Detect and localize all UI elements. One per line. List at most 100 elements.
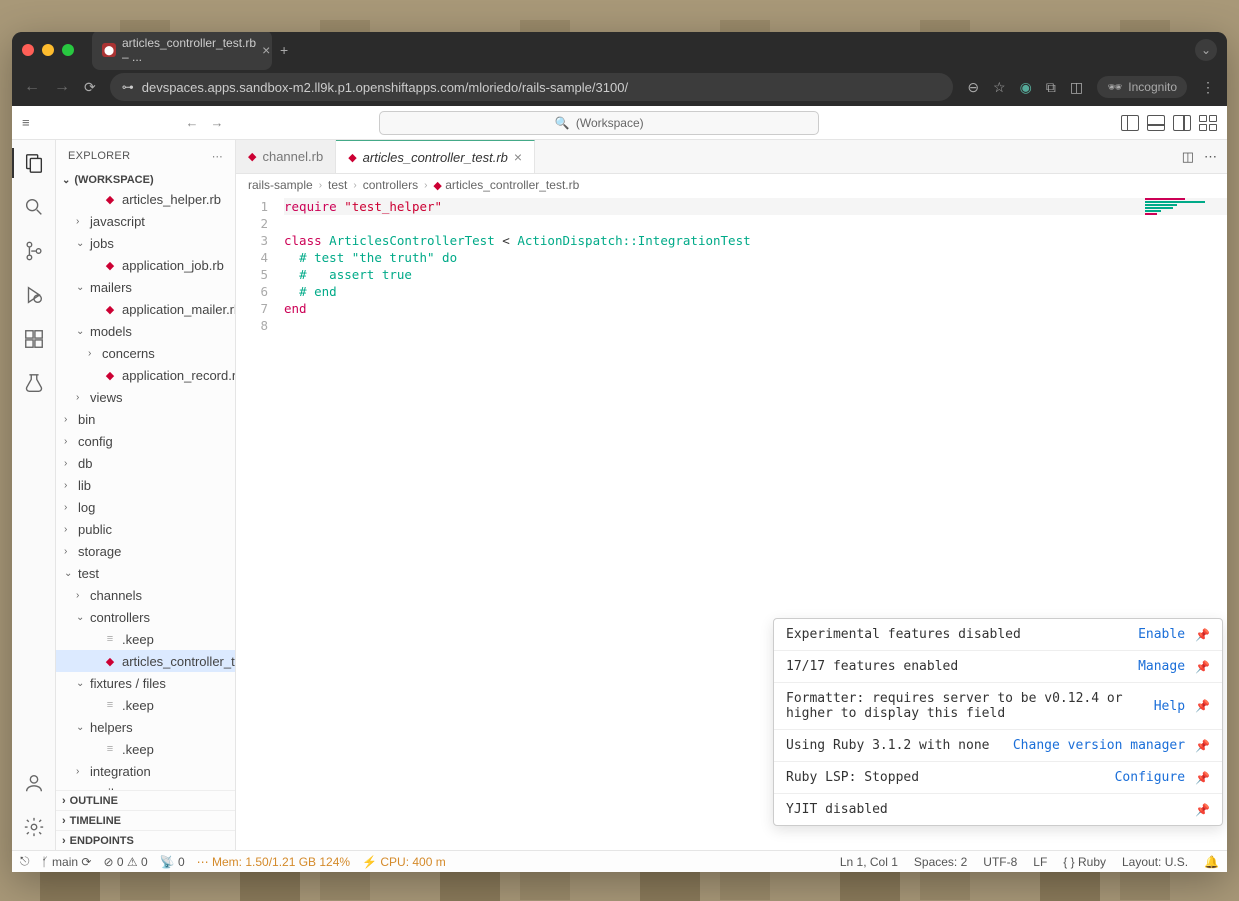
file-item[interactable]: ≡.keep	[56, 738, 235, 760]
file-item[interactable]: ≡.keep	[56, 694, 235, 716]
status-action-link[interactable]: Change version manager	[1013, 738, 1185, 753]
status-action-link[interactable]: Manage	[1138, 659, 1185, 674]
editor-tab[interactable]: ◆articles_controller_test.rb×	[336, 140, 535, 173]
breadcrumb-item[interactable]: ◆ articles_controller_test.rb	[433, 178, 579, 192]
folder-item[interactable]: ›mailers	[56, 782, 235, 790]
breadcrumb-item[interactable]: test	[328, 178, 347, 192]
minimap[interactable]	[1145, 198, 1225, 218]
extension-badge-icon[interactable]: ◉	[1020, 79, 1032, 96]
folder-item[interactable]: ›bin	[56, 408, 235, 430]
folder-item[interactable]: ›public	[56, 518, 235, 540]
new-tab-button[interactable]: +	[280, 42, 288, 58]
run-debug-view-icon[interactable]	[21, 282, 47, 308]
status-action-link[interactable]: Configure	[1115, 770, 1185, 785]
maximize-window-button[interactable]	[62, 44, 74, 56]
accounts-icon[interactable]	[21, 770, 47, 796]
reload-button[interactable]: ⟳	[84, 79, 96, 96]
minimize-window-button[interactable]	[42, 44, 54, 56]
folder-item[interactable]: ›config	[56, 430, 235, 452]
status-action-link[interactable]: Enable	[1138, 627, 1185, 642]
split-editor-icon[interactable]: ◫	[1182, 149, 1194, 165]
command-center[interactable]: 🔍 (Workspace)	[379, 111, 819, 135]
search-view-icon[interactable]	[21, 194, 47, 220]
workspace-section-header[interactable]: ⌄ (WORKSPACE)	[56, 172, 235, 188]
folder-item[interactable]: ›views	[56, 386, 235, 408]
panel-icon[interactable]: ◫	[1070, 79, 1083, 96]
breadcrumbs[interactable]: rails-sample›test›controllers›◆ articles…	[236, 174, 1227, 196]
close-window-button[interactable]	[22, 44, 34, 56]
folder-item[interactable]: ›db	[56, 452, 235, 474]
folder-item[interactable]: ⌄test	[56, 562, 235, 584]
toggle-panel-icon[interactable]	[1147, 115, 1165, 131]
file-item[interactable]: ◆articles_controller_t...	[56, 650, 235, 672]
nav-back-icon[interactable]: ←	[185, 115, 198, 130]
breadcrumb-item[interactable]: rails-sample	[248, 178, 313, 192]
folder-item[interactable]: ⌄mailers	[56, 276, 235, 298]
keyboard-layout-status[interactable]: Layout: U.S.	[1122, 855, 1188, 869]
notifications-icon[interactable]: 🔔	[1204, 855, 1219, 869]
folder-item[interactable]: ⌄helpers	[56, 716, 235, 738]
ports-indicator[interactable]: 📡 0	[160, 855, 185, 869]
folder-item[interactable]: ⌄models	[56, 320, 235, 342]
nav-forward-icon[interactable]: →	[210, 115, 223, 130]
customize-layout-icon[interactable]	[1199, 115, 1217, 131]
encoding-status[interactable]: UTF-8	[983, 855, 1017, 869]
explorer-more-icon[interactable]: ⋯	[212, 150, 223, 163]
forward-button[interactable]: →	[54, 78, 70, 96]
testing-view-icon[interactable]	[21, 370, 47, 396]
zoom-icon[interactable]: ⊖	[967, 79, 979, 96]
git-branch[interactable]: ᚶ main ⟳	[42, 855, 92, 869]
folder-item[interactable]: ›javascript	[56, 210, 235, 232]
file-item[interactable]: ◆application_record.rb	[56, 364, 235, 386]
pin-icon[interactable]: 📌	[1195, 699, 1210, 713]
endpoints-section[interactable]: ›ENDPOINTS	[56, 830, 235, 850]
close-tab-icon[interactable]: ×	[262, 42, 270, 58]
outline-section[interactable]: ›OUTLINE	[56, 790, 235, 810]
status-action-link[interactable]: Help	[1154, 699, 1185, 714]
folder-item[interactable]: ›concerns	[56, 342, 235, 364]
browser-tab[interactable]: ⬤ articles_controller_test.rb – ... ×	[92, 32, 272, 70]
code-editor[interactable]: 12345678 require "test_helper" class Art…	[236, 196, 1227, 850]
remote-indicator[interactable]: ⎋	[20, 854, 30, 869]
menu-icon[interactable]: ≡	[22, 115, 30, 130]
pin-icon[interactable]: 📌	[1195, 771, 1210, 785]
site-settings-icon[interactable]: ⊶	[122, 80, 134, 94]
file-item[interactable]: ◆application_mailer.rb	[56, 298, 235, 320]
memory-status[interactable]: ⋯ Mem: 1.50/1.21 GB 124%	[197, 855, 350, 869]
file-item[interactable]: ◆application_job.rb	[56, 254, 235, 276]
cpu-status[interactable]: ⚡ CPU: 400 m	[362, 855, 446, 869]
extensions-icon[interactable]: ⧉	[1046, 79, 1056, 96]
pin-icon[interactable]: 📌	[1195, 739, 1210, 753]
folder-item[interactable]: ›storage	[56, 540, 235, 562]
problems-indicator[interactable]: ⊘ 0 ⚠ 0	[103, 855, 147, 869]
folder-item[interactable]: ›log	[56, 496, 235, 518]
folder-item[interactable]: ⌄controllers	[56, 606, 235, 628]
file-item[interactable]: ≡.keep	[56, 628, 235, 650]
breadcrumb-item[interactable]: controllers	[363, 178, 418, 192]
folder-item[interactable]: ›lib	[56, 474, 235, 496]
editor-tab[interactable]: ◆channel.rb	[236, 140, 336, 173]
folder-item[interactable]: ›channels	[56, 584, 235, 606]
folder-item[interactable]: ›integration	[56, 760, 235, 782]
bookmark-icon[interactable]: ☆	[993, 79, 1006, 96]
cursor-position[interactable]: Ln 1, Col 1	[840, 855, 898, 869]
tab-overflow-button[interactable]: ⌄	[1195, 39, 1217, 61]
settings-gear-icon[interactable]	[21, 814, 47, 840]
back-button[interactable]: ←	[24, 78, 40, 96]
toggle-primary-sidebar-icon[interactable]	[1121, 115, 1139, 131]
timeline-section[interactable]: ›TIMELINE	[56, 810, 235, 830]
folder-item[interactable]: ⌄jobs	[56, 232, 235, 254]
folder-item[interactable]: ⌄fixtures / files	[56, 672, 235, 694]
url-bar[interactable]: ⊶ devspaces.apps.sandbox-m2.ll9k.p1.open…	[110, 73, 954, 101]
extensions-view-icon[interactable]	[21, 326, 47, 352]
pin-icon[interactable]: 📌	[1195, 660, 1210, 674]
browser-menu-icon[interactable]: ⋮	[1201, 79, 1215, 96]
pin-icon[interactable]: 📌	[1195, 803, 1210, 817]
close-tab-icon[interactable]: ×	[514, 149, 522, 165]
editor-more-icon[interactable]: ⋯	[1204, 149, 1217, 165]
indentation-status[interactable]: Spaces: 2	[914, 855, 967, 869]
incognito-badge[interactable]: 🕶 Incognito	[1097, 76, 1187, 98]
pin-icon[interactable]: 📌	[1195, 628, 1210, 642]
file-item[interactable]: ◆articles_helper.rb	[56, 188, 235, 210]
eol-status[interactable]: LF	[1033, 855, 1047, 869]
